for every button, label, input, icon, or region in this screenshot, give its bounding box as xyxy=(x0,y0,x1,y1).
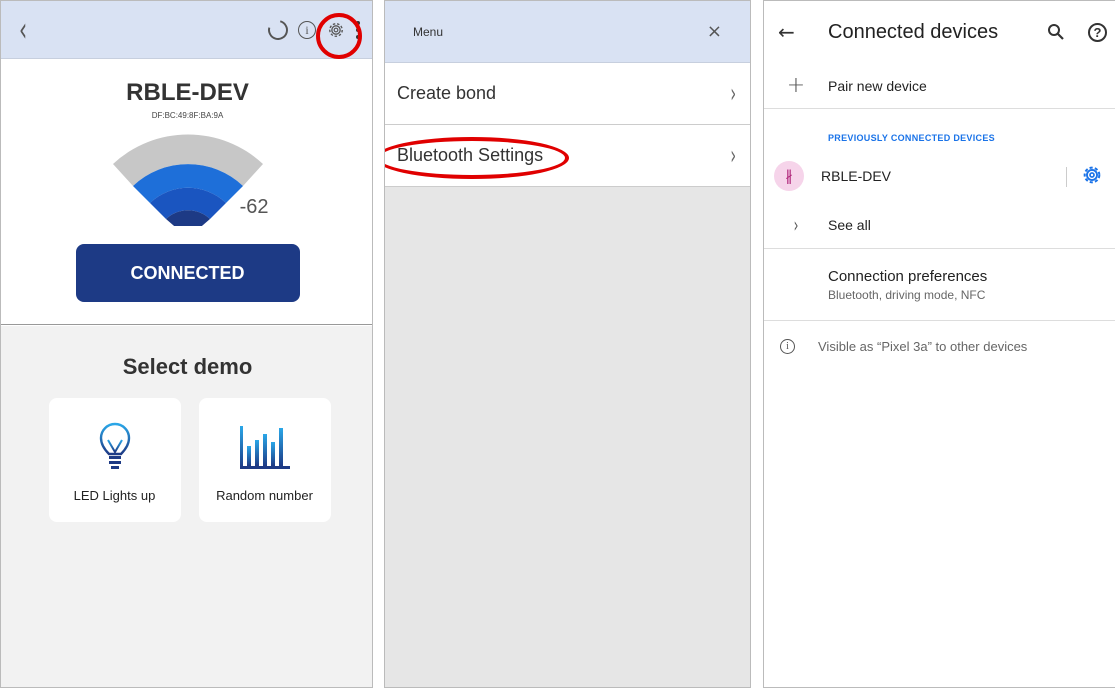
demo-cards: LED Lights up Random number xyxy=(1,398,372,522)
menu-title: Menu xyxy=(413,24,444,39)
connected-devices-screen: ← Connected devices ? + Pair new device … xyxy=(763,0,1115,688)
demo-title: Select demo xyxy=(122,354,253,379)
plus-icon: + xyxy=(786,73,806,98)
demo-section: Select demo LED Lights up Random number xyxy=(1,326,372,687)
see-all-label: See all xyxy=(828,216,871,233)
connected-button[interactable]: CONNECTED xyxy=(75,244,300,302)
refresh-icon[interactable] xyxy=(264,16,292,44)
section-header: PREVIOUSLY CONNECTED DEVICES xyxy=(828,133,995,143)
gear-highlight-circle xyxy=(316,13,362,59)
device-name: RBLE-DEV xyxy=(821,168,892,184)
chevron-right-icon: › xyxy=(729,78,736,109)
demo-card-random[interactable]: Random number xyxy=(198,398,331,522)
visibility-info-row: i Visible as “Pixel 3a” to other devices xyxy=(764,321,1115,371)
gear-icon[interactable] xyxy=(1081,164,1103,186)
chevron-right-icon: › xyxy=(729,140,736,171)
connection-preferences-title: Connection preferences xyxy=(828,267,988,285)
menu-screen: Menu × Create bond › Bluetooth Settings … xyxy=(384,0,751,688)
info-icon[interactable]: i xyxy=(298,21,316,39)
connection-preferences-row[interactable]: Connection preferences Bluetooth, drivin… xyxy=(764,249,1115,321)
menu-item-bluetooth-settings[interactable]: Bluetooth Settings › xyxy=(385,125,750,187)
help-icon[interactable]: ? xyxy=(1088,23,1107,42)
menu-item-create-bond[interactable]: Create bond › xyxy=(385,63,750,125)
device-screen: ‹ i RBLE-DEV DF:BC:49:8F:BA:9A -62 CONNE… xyxy=(0,0,373,688)
pair-new-device[interactable]: + Pair new device xyxy=(764,63,1115,109)
connected-devices-app-bar: ← Connected devices ? xyxy=(764,1,1115,63)
bluetooth-icon: ∦ xyxy=(774,161,804,191)
device-info-section: RBLE-DEV DF:BC:49:8F:BA:9A -62 CONNECTED xyxy=(1,59,372,325)
page-title: Connected devices xyxy=(828,20,999,43)
device-mac-address: DF:BC:49:8F:BA:9A xyxy=(151,111,224,120)
back-icon[interactable]: ‹ xyxy=(19,13,31,47)
close-icon[interactable]: × xyxy=(707,21,722,42)
menu-header: Menu × xyxy=(385,1,750,63)
back-arrow-icon[interactable]: ← xyxy=(778,20,828,44)
connection-preferences-subtitle: Bluetooth, driving mode, NFC xyxy=(828,287,986,302)
device-row-rble-dev[interactable]: ∦ RBLE-DEV xyxy=(764,151,1115,201)
rssi-value: -62 xyxy=(239,196,269,218)
visibility-text: Visible as “Pixel 3a” to other devices xyxy=(818,338,1028,354)
demo-card-random-label: Random number xyxy=(216,488,313,503)
info-icon: i xyxy=(780,338,795,354)
signal-strength: -62 xyxy=(93,126,283,238)
device-name: RBLE-DEV xyxy=(126,79,249,106)
demo-card-led-label: LED Lights up xyxy=(73,488,156,503)
demo-card-led[interactable]: LED Lights up xyxy=(48,398,181,522)
menu-item-label: Create bond xyxy=(397,83,497,103)
device-app-bar: ‹ i xyxy=(1,1,372,59)
see-all-row[interactable]: › See all xyxy=(764,201,1115,249)
bar-chart-icon xyxy=(239,426,290,469)
search-icon[interactable] xyxy=(1047,23,1065,41)
bluetooth-settings-highlight xyxy=(385,137,569,179)
screenshot-composite: ‹ i RBLE-DEV DF:BC:49:8F:BA:9A -62 CONNE… xyxy=(0,0,1115,688)
chevron-right-icon: › xyxy=(793,212,799,237)
bulb-icon xyxy=(99,422,130,469)
divider xyxy=(1066,167,1067,187)
pair-new-device-label: Pair new device xyxy=(828,77,927,94)
